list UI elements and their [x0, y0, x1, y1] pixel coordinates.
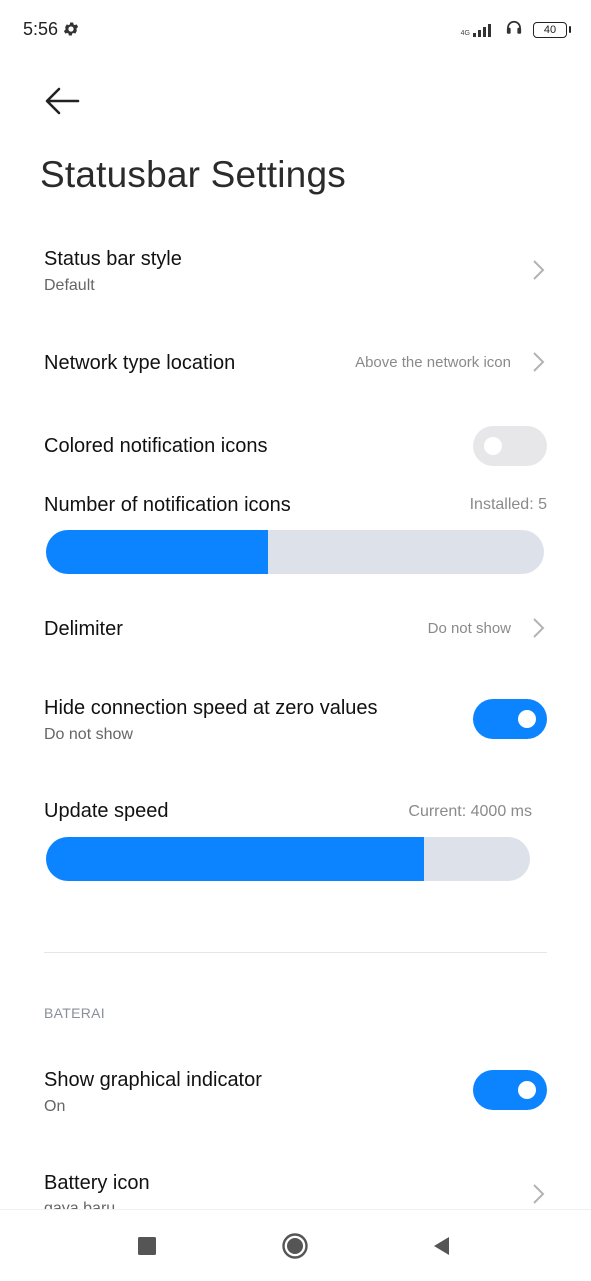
toggle-knob: [518, 710, 536, 728]
section-divider: [44, 952, 547, 953]
setting-title: Colored notification icons: [44, 435, 268, 457]
network-type-label: 4G: [460, 29, 470, 37]
setting-value: Above the network icon: [355, 354, 511, 371]
navigation-bar: [0, 1209, 591, 1281]
chevron-right-icon: [533, 352, 545, 372]
setting-title: Update speed: [44, 800, 169, 822]
back-nav-button[interactable]: [427, 1232, 455, 1260]
section-header-battery: BATERAI: [44, 1005, 105, 1021]
headphones-icon: [505, 18, 523, 41]
status-time: 5:56: [23, 19, 59, 39]
setting-subtitle: On: [44, 1098, 66, 1115]
graphical-indicator-toggle[interactable]: [473, 1070, 547, 1110]
setting-title: Show graphical indicator: [44, 1069, 262, 1091]
colored-icons-toggle[interactable]: [473, 426, 547, 466]
setting-subtitle: Default: [44, 277, 95, 294]
setting-value: Do not show: [427, 620, 511, 637]
toggle-knob: [484, 437, 502, 455]
slider-fill: [46, 837, 424, 881]
update-speed-slider[interactable]: [46, 837, 530, 881]
signal-icon: 4G: [461, 23, 495, 37]
chevron-right-icon: [533, 260, 545, 280]
hide-speed-toggle[interactable]: [473, 699, 547, 739]
page-title: Statusbar Settings: [40, 154, 346, 195]
setting-title: Battery icon: [44, 1172, 150, 1194]
notification-icons-slider[interactable]: [46, 530, 544, 574]
triangle-back-icon: [434, 1237, 449, 1255]
slider-fill: [46, 530, 268, 574]
status-bar: 5:56 4G 40: [0, 0, 591, 60]
home-button[interactable]: [281, 1232, 309, 1260]
setting-title: Number of notification icons: [44, 494, 291, 516]
toggle-knob: [518, 1081, 536, 1099]
chevron-right-icon: [533, 618, 545, 638]
setting-title: Hide connection speed at zero values: [44, 697, 378, 719]
setting-value: Installed: 5: [469, 496, 547, 513]
back-button[interactable]: [44, 86, 84, 118]
square-icon: [138, 1237, 156, 1255]
arrow-left-icon: [45, 87, 80, 115]
gear-icon: [62, 20, 80, 43]
setting-title: Status bar style: [44, 248, 182, 270]
recent-apps-button[interactable]: [133, 1232, 161, 1260]
chevron-right-icon: [533, 1184, 545, 1204]
setting-title: Network type location: [44, 352, 236, 374]
battery-icon: 40: [533, 21, 571, 38]
circle-icon: [282, 1233, 308, 1259]
setting-title: Delimiter: [44, 618, 123, 640]
setting-subtitle: Do not show: [44, 726, 133, 743]
setting-value: Current: 4000 ms: [408, 803, 532, 820]
